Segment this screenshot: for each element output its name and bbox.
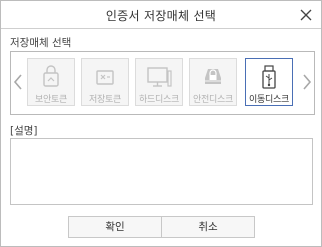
media-tile-removable-disk[interactable]: 이동디스크 bbox=[245, 58, 293, 106]
dialog-titlebar: 인증서 저장매체 선택 bbox=[1, 1, 321, 29]
storage-token-icon bbox=[82, 65, 128, 89]
chevron-right-icon[interactable] bbox=[302, 72, 312, 92]
cancel-button[interactable]: 취소 bbox=[161, 216, 255, 238]
tile-label: 저장토큰 bbox=[89, 95, 121, 105]
close-icon[interactable] bbox=[299, 7, 313, 21]
media-tile-safe-disk[interactable]: 안전디스크 bbox=[189, 58, 237, 106]
tile-label: 이동디스크 bbox=[249, 95, 289, 105]
dialog-title: 인증서 저장매체 선택 bbox=[105, 9, 217, 23]
safe-disk-icon bbox=[190, 65, 236, 89]
tile-label: 보안토큰 bbox=[35, 95, 67, 105]
media-section-label: 저장매체 선택 bbox=[10, 37, 72, 49]
monitor-icon bbox=[136, 65, 182, 89]
media-tile-security-token[interactable]: 보안토큰 bbox=[27, 58, 75, 106]
ok-button[interactable]: 확인 bbox=[68, 216, 162, 238]
certificate-storage-dialog: 인증서 저장매체 선택 저장매체 선택 보안토큰 저장토큰 하드디스크 안전디스… bbox=[0, 0, 322, 247]
tile-label: 하드디스크 bbox=[139, 95, 179, 105]
usb-drive-icon bbox=[246, 65, 292, 89]
media-tile-storage-token[interactable]: 저장토큰 bbox=[81, 58, 129, 106]
media-carousel: 보안토큰 저장토큰 하드디스크 안전디스크 이동디스크 bbox=[10, 51, 315, 115]
description-label: [설명] bbox=[10, 125, 38, 137]
description-box bbox=[10, 138, 313, 205]
tile-label: 안전디스크 bbox=[193, 95, 233, 105]
security-token-icon bbox=[28, 65, 74, 89]
media-tile-hard-disk[interactable]: 하드디스크 bbox=[135, 58, 183, 106]
chevron-left-icon[interactable] bbox=[13, 72, 23, 92]
